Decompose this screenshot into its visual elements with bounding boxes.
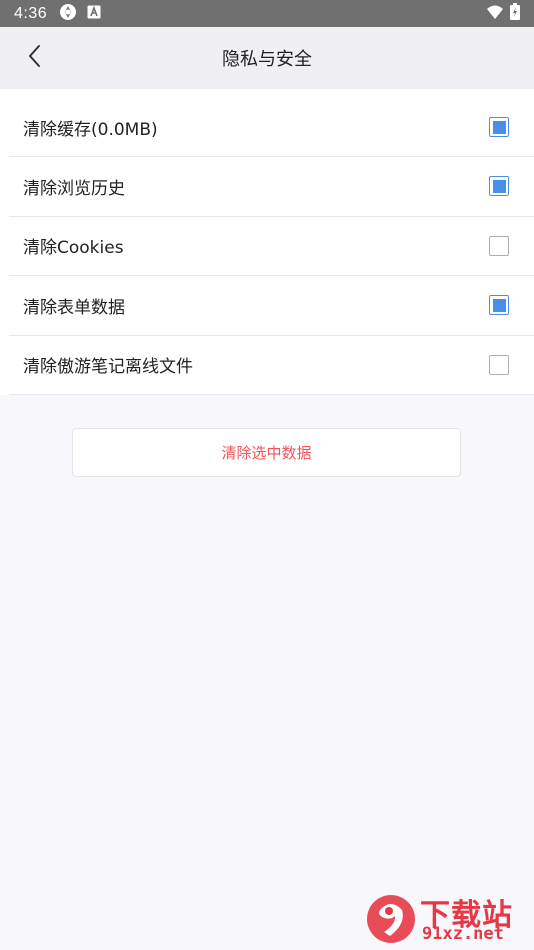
header: 隐私与安全 xyxy=(0,27,534,89)
back-button[interactable] xyxy=(18,41,52,75)
setting-label: 清除缓存(0.0MB) xyxy=(23,119,158,140)
watermark-url: 91xz.net xyxy=(422,924,504,944)
page-title: 隐私与安全 xyxy=(222,49,312,70)
setting-label: 清除傲游笔记离线文件 xyxy=(23,357,193,378)
setting-row-clear-history[interactable]: 清除浏览历史 xyxy=(9,157,534,217)
setting-label: 清除浏览历史 xyxy=(23,178,125,199)
status-icons-right xyxy=(486,3,520,24)
chevron-left-icon xyxy=(26,44,44,72)
checkbox[interactable] xyxy=(489,354,509,375)
setting-row-clear-cookies[interactable]: 清除Cookies xyxy=(9,217,534,276)
checkbox[interactable] xyxy=(489,117,509,137)
watermark: 下载站 91xz.net xyxy=(362,888,534,950)
setting-label: 清除表单数据 xyxy=(23,297,125,318)
wifi-icon xyxy=(486,4,504,24)
setting-row-clear-form-data[interactable]: 清除表单数据 xyxy=(9,276,534,336)
clear-selected-data-button[interactable]: 清除选中数据 xyxy=(72,428,461,477)
setting-row-clear-cache[interactable]: 清除缓存(0.0MB) xyxy=(9,89,534,157)
checkbox[interactable] xyxy=(489,295,509,316)
status-icons-left xyxy=(59,3,101,25)
status-bar: 4:36 xyxy=(0,0,534,27)
a-icon xyxy=(87,4,101,23)
checkbox[interactable] xyxy=(489,235,509,256)
settings-list: 清除缓存(0.0MB) 清除浏览历史 清除Cookies 清除表单数据 清除傲游… xyxy=(0,89,534,395)
setting-row-clear-notes-offline[interactable]: 清除傲游笔记离线文件 xyxy=(9,336,534,395)
status-time: 4:36 xyxy=(14,4,48,22)
sync-icon xyxy=(59,3,77,25)
checkbox[interactable] xyxy=(489,176,509,197)
watermark-logo-icon xyxy=(362,890,420,950)
setting-label: 清除Cookies xyxy=(23,238,124,259)
battery-icon xyxy=(510,3,520,24)
